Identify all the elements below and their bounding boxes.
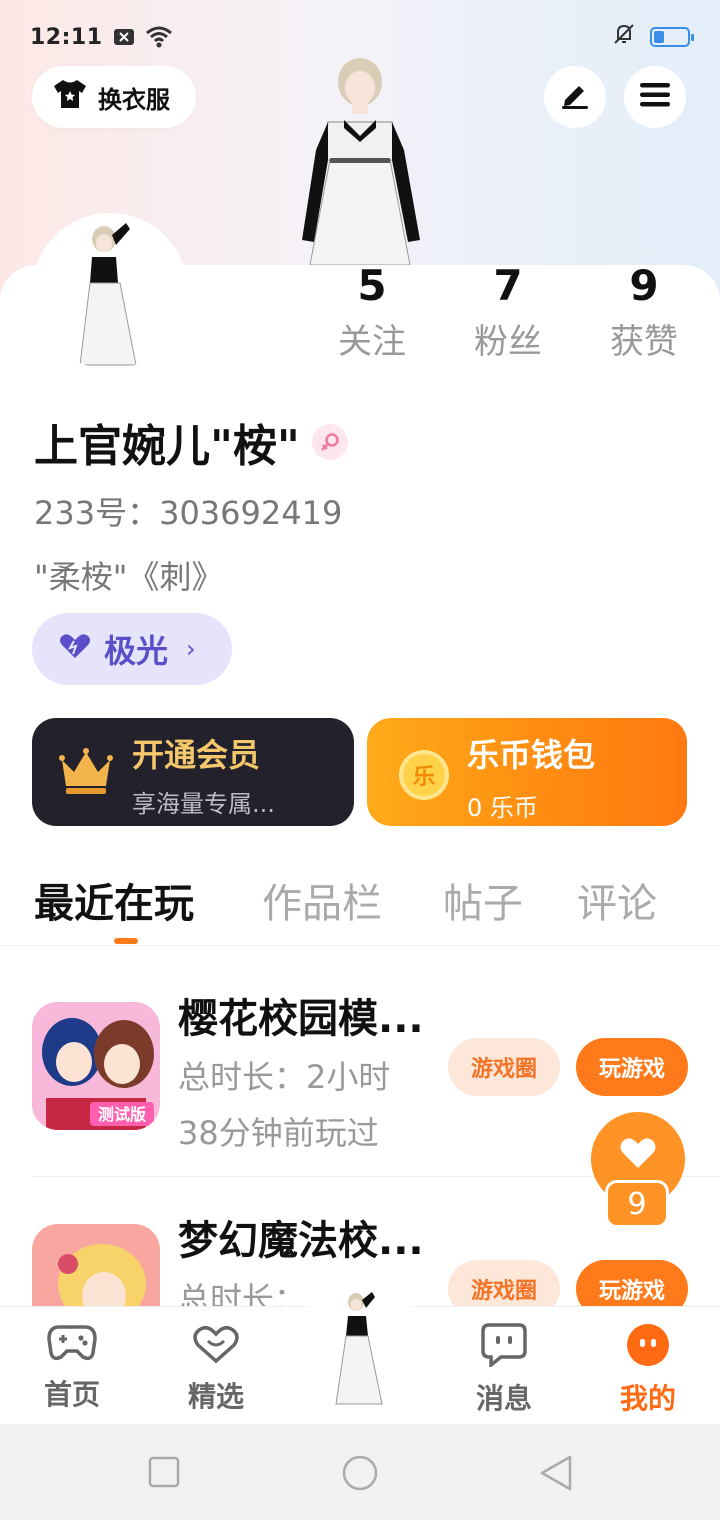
nav-me[interactable]: 我的 [588, 1307, 708, 1425]
nav-me-label: 我的 [619, 1382, 676, 1415]
coin-wallet-card[interactable]: 乐 乐币钱包 0 乐币 [367, 718, 687, 826]
game-duration: 总时长： [178, 1280, 307, 1306]
tab-comments[interactable]: 评论 [577, 872, 657, 936]
game-circle-button[interactable]: 游戏圈 [448, 1038, 560, 1096]
vip-title: 开通会员 [132, 736, 261, 774]
wifi-icon [145, 26, 173, 48]
game-circle-button[interactable]: 游戏圈 [448, 1260, 560, 1306]
home-icon[interactable] [341, 1454, 379, 1496]
stat-following[interactable]: 5 关注 [302, 262, 442, 364]
game-title: 梦幻魔法校... [178, 1218, 424, 1264]
tab-posts[interactable]: 帖子 [443, 872, 523, 936]
game-last-played: 38分钟前玩过 [178, 1114, 379, 1152]
avatar-figure[interactable] [280, 50, 440, 266]
aurora-heart-icon [58, 630, 92, 668]
nav-featured[interactable]: 精选 [156, 1307, 276, 1425]
shirt-icon [52, 78, 88, 116]
status-bar: 12:11 [30, 20, 694, 54]
profile-name: 上官婉儿"桉" [34, 421, 300, 472]
profile-tabs: 最近在玩 作品栏 帖子 评论 [0, 872, 720, 946]
game-duration: 总时长：2小时 [178, 1058, 391, 1096]
nav-messages[interactable]: 消息 [444, 1307, 564, 1425]
battery-icon [650, 27, 694, 47]
nav-home[interactable]: 首页 [12, 1307, 132, 1425]
game-icon[interactable] [32, 1224, 160, 1306]
aurora-badge-button[interactable]: 极光 › [32, 613, 232, 685]
chevron-right-icon: › [186, 635, 196, 663]
user-id[interactable]: 233号：303692419 [34, 488, 342, 534]
coin-balance: 0 乐币 [467, 794, 538, 822]
stat-followers[interactable]: 7 粉丝 [438, 262, 578, 364]
following-count: 5 [357, 261, 387, 310]
menu-icon [640, 82, 670, 112]
status-time: 12:11 [30, 24, 103, 50]
gamepad-icon [47, 1323, 97, 1367]
tab-works[interactable]: 作品栏 [262, 872, 382, 936]
coin-title: 乐币钱包 [467, 736, 596, 774]
message-icon [481, 1323, 527, 1371]
likes-count: 9 [629, 261, 659, 310]
play-game-button[interactable]: 玩游戏 [576, 1038, 688, 1096]
stat-likes[interactable]: 9 获赞 [574, 262, 714, 364]
recents-icon[interactable] [148, 1456, 180, 1492]
game-icon[interactable]: 测试版 [32, 1002, 160, 1130]
notification-icon [113, 28, 135, 46]
nav-featured-label: 精选 [187, 1380, 244, 1413]
like-count-badge: 9 [605, 1180, 669, 1228]
tab-indicator [114, 938, 138, 944]
menu-button[interactable] [624, 66, 686, 128]
change-outfit-label: 换衣服 [98, 85, 170, 114]
profile-stats: 5 关注 7 粉丝 9 获赞 [300, 262, 720, 372]
vip-membership-card[interactable]: 开通会员 享海量专属... [32, 718, 354, 826]
change-outfit-button[interactable]: 换衣服 [32, 66, 196, 128]
nav-avatar-button[interactable] [318, 1288, 402, 1408]
following-label: 关注 [338, 322, 406, 362]
profile-icon [625, 1323, 671, 1371]
play-game-button[interactable]: 玩游戏 [576, 1260, 688, 1306]
female-icon [311, 424, 348, 460]
nav-home-label: 首页 [43, 1378, 100, 1411]
heart-icon [619, 1136, 657, 1174]
aurora-label: 极光 [104, 632, 169, 670]
coin-icon: 乐 [399, 750, 449, 800]
profile-bio: "柔桉"《刺》 [34, 558, 224, 596]
game-icon-badge: 测试版 [98, 1105, 146, 1124]
edit-icon [559, 80, 591, 114]
mute-icon [612, 22, 636, 52]
followers-count: 7 [493, 261, 523, 310]
nav-messages-label: 消息 [475, 1382, 532, 1415]
system-nav-bar [0, 1424, 720, 1520]
game-title: 樱花校园模... [178, 996, 424, 1042]
profile-name-row: 上官婉儿"桉" [34, 410, 348, 474]
followers-label: 粉丝 [474, 322, 542, 362]
crown-icon [58, 746, 114, 800]
tab-recently-played[interactable]: 最近在玩 [34, 872, 194, 936]
avatar-thumbnail[interactable] [32, 213, 188, 369]
likes-label: 获赞 [610, 322, 678, 362]
heart-chat-icon [192, 1323, 240, 1369]
edit-profile-button[interactable] [544, 66, 606, 128]
back-icon[interactable] [538, 1454, 574, 1496]
vip-subtitle: 享海量专属... [132, 790, 275, 818]
